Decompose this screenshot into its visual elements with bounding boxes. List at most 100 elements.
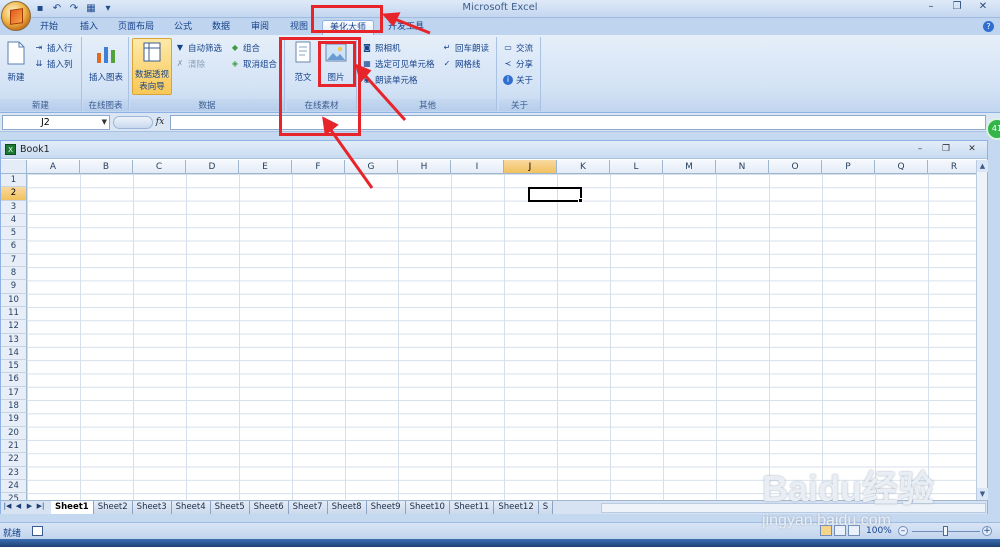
sheet-tab[interactable]: Sheet4 [171,501,211,514]
exchange-button[interactable]: ▭ 交流 [503,41,533,55]
row-header[interactable]: 24 [1,479,27,494]
column-header[interactable]: A [27,160,80,174]
tab-formulas[interactable]: 公式 [170,20,196,35]
chevron-down-icon[interactable]: ▼ [102,116,107,129]
next-sheet-icon[interactable]: ▶ [25,502,34,510]
about-button[interactable]: i 关于 [503,73,533,87]
row-header[interactable]: 14 [1,346,27,361]
column-header[interactable]: Q [875,160,928,174]
row-header[interactable]: 21 [1,439,27,454]
column-header[interactable]: B [80,160,133,174]
sheet-tab[interactable]: Sheet8 [327,501,367,514]
sheet-tab[interactable]: Sheet12 [494,501,539,514]
help-icon[interactable]: ? [983,21,994,32]
row-header[interactable]: 22 [1,453,27,467]
macro-record-icon[interactable] [32,526,43,536]
sheet-tab[interactable]: Sheet1 [51,501,94,514]
column-header[interactable]: F [292,160,345,174]
sheet-tab[interactable]: Sheet11 [449,501,495,514]
office-button[interactable] [1,1,31,31]
row-header[interactable]: 13 [1,333,27,347]
minimize-icon[interactable]: – [907,142,933,157]
insert-row-button[interactable]: ⇥ 插入行 [34,41,73,55]
prev-sheet-icon[interactable]: ◀ [14,502,23,510]
row-header[interactable]: 16 [1,373,27,387]
row-header[interactable]: 6 [1,240,27,254]
active-cell[interactable] [528,187,583,203]
sheet-tab[interactable]: Sheet5 [210,501,250,514]
sheet-tab[interactable]: Sheet3 [132,501,172,514]
gridlines-toggle[interactable]: ✓ 网格线 [442,57,481,71]
share-button[interactable]: ≺ 分享 [503,57,533,71]
row-header[interactable]: 25 [1,493,27,500]
scroll-up-icon[interactable]: ▲ [977,160,988,172]
column-header[interactable]: L [610,160,663,174]
column-header[interactable]: J [504,160,557,174]
row-header[interactable]: 11 [1,306,27,321]
restore-icon[interactable]: ❐ [933,142,959,157]
name-box[interactable]: J2 ▼ [2,115,110,130]
read-cells-button[interactable]: ◉ 朗读单元格 [362,73,418,87]
close-icon[interactable]: ✕ [970,0,996,15]
row-header[interactable]: 1 [1,174,27,188]
tab-home[interactable]: 开始 [36,20,62,35]
column-header[interactable]: I [451,160,504,174]
camera-button[interactable]: ◙ 照相机 [362,41,400,55]
tab-review[interactable]: 审阅 [247,20,273,35]
row-header[interactable]: 8 [1,267,27,281]
ungroup-button[interactable]: ◈ 取消组合 [230,57,277,71]
first-sheet-icon[interactable]: |◀ [3,502,12,510]
clear-button[interactable]: ✗ 清除 [175,57,205,71]
sheet-tab[interactable]: Sheet10 [405,501,450,514]
row-header[interactable]: 2 [1,187,27,201]
tab-page-layout[interactable]: 页面布局 [114,20,158,35]
close-icon[interactable]: ✕ [959,142,985,157]
insert-chart-button[interactable]: 插入图表 [85,40,127,83]
pivot-wizard-button[interactable]: 数据透视 表向导 [132,38,172,95]
group-button[interactable]: ◆ 组合 [230,41,260,55]
row-header[interactable]: 18 [1,400,27,414]
column-header[interactable]: E [239,160,292,174]
row-header[interactable]: 19 [1,413,27,427]
column-header[interactable]: R [928,160,977,174]
column-header[interactable]: O [769,160,822,174]
restore-icon[interactable]: ❐ [944,0,970,15]
column-header[interactable]: C [133,160,186,174]
row-header[interactable]: 7 [1,253,27,268]
select-visible-cells-button[interactable]: ▦ 选定可见单元格 [362,57,434,71]
sheet-tab[interactable]: Sheet9 [366,501,406,514]
column-header[interactable]: H [398,160,451,174]
column-header[interactable]: P [822,160,875,174]
vertical-scrollbar[interactable]: ▲ ▼ [976,160,988,500]
row-header[interactable]: 15 [1,360,27,374]
row-header[interactable]: 17 [1,386,27,401]
column-header[interactable]: M [663,160,716,174]
tab-developer[interactable]: 开发工具 [383,20,429,35]
row-header[interactable]: 20 [1,426,27,440]
read-on-enter-button[interactable]: ↵ 回车朗读 [442,41,489,55]
row-header[interactable]: 12 [1,320,27,334]
sheet-tab[interactable]: S [538,501,554,514]
row-header[interactable]: 9 [1,280,27,294]
column-header[interactable]: G [345,160,398,174]
minimize-icon[interactable]: – [918,0,944,15]
auto-filter-button[interactable]: ▼ 自动筛选 [175,41,222,55]
tab-view[interactable]: 视图 [286,20,312,35]
tab-insert[interactable]: 插入 [76,20,102,35]
sheet-tab[interactable]: Sheet6 [249,501,289,514]
tab-data[interactable]: 数据 [208,20,234,35]
last-sheet-icon[interactable]: ▶| [36,502,45,510]
column-header[interactable]: K [557,160,610,174]
cell-area[interactable] [27,174,977,500]
sheet-tab[interactable]: Sheet2 [93,501,133,514]
fill-handle[interactable] [578,197,583,203]
column-header[interactable]: D [186,160,239,174]
insert-column-button[interactable]: ⇊ 插入列 [34,57,73,71]
select-all-corner[interactable] [1,160,27,174]
formula-bar-expander[interactable] [113,116,153,129]
row-header[interactable]: 5 [1,227,27,241]
sheet-tab[interactable]: Sheet7 [288,501,328,514]
insert-function-icon[interactable]: fx [152,115,168,129]
row-header[interactable]: 10 [1,293,27,307]
row-header[interactable]: 23 [1,466,27,480]
